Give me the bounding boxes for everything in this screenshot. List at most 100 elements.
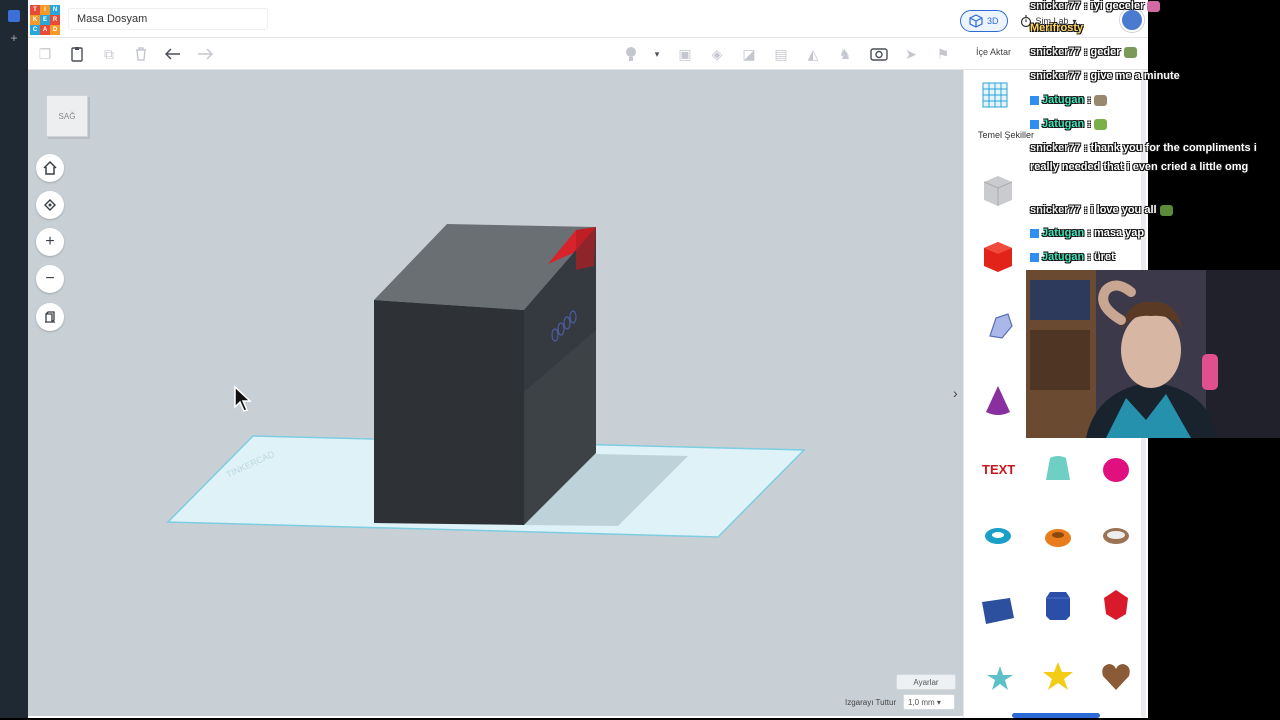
- webcam-feed: [1026, 270, 1280, 438]
- webcam-overlay: [1026, 270, 1280, 438]
- delete-icon[interactable]: [132, 45, 150, 63]
- tinkercad-logo[interactable]: TINKERCAD: [30, 5, 60, 35]
- subscriber-badge-icon: [1030, 252, 1039, 262]
- lightbulb-icon[interactable]: [622, 45, 640, 63]
- add-icon[interactable]: +: [8, 32, 20, 44]
- chat-username: snicker77: [1030, 70, 1081, 82]
- workplane-tool-icon[interactable]: [980, 80, 1010, 110]
- settings-button[interactable]: Ayarlar: [896, 674, 956, 690]
- heart-shape-icon[interactable]: [1098, 658, 1134, 694]
- red-box-shape-icon[interactable]: [980, 238, 1016, 274]
- zoom-in-button[interactable]: +: [36, 228, 64, 256]
- torus-shape-icon[interactable]: [980, 518, 1016, 554]
- logo-letter: I: [40, 5, 50, 15]
- chat-text: really needed that i even cried a little…: [1030, 161, 1249, 173]
- panel-collapse-toggle[interactable]: ›: [953, 385, 958, 401]
- chat-message: Merifrosty: [1030, 22, 1083, 34]
- align-icon[interactable]: ▤: [772, 45, 790, 63]
- import-button[interactable]: İçe Aktar: [976, 47, 1011, 57]
- app-icon[interactable]: [8, 10, 20, 22]
- duplicate-icon[interactable]: ⧉: [100, 45, 118, 63]
- logo-letter: K: [30, 15, 40, 25]
- grid-snap-label: Izgarayı Tuttur: [845, 698, 897, 707]
- icosahedron-shape-icon[interactable]: [1098, 586, 1134, 622]
- text-shape-icon[interactable]: TEXT: [980, 450, 1016, 486]
- top-bar: TINKERCAD Masa Dosyam 3D Sim Lab ▾: [28, 0, 1148, 38]
- roof-shape-icon[interactable]: [1040, 450, 1076, 486]
- view-cube-label: SAĞ: [58, 111, 76, 121]
- box-front-face: [374, 300, 524, 525]
- view-icon[interactable]: [870, 45, 888, 63]
- hole-icon[interactable]: ◪: [740, 45, 758, 63]
- copy-icon[interactable]: ❐: [36, 45, 54, 63]
- chat-message: Jatugan :: [1030, 94, 1107, 106]
- chat-text: :: [1084, 118, 1091, 130]
- export-icon[interactable]: ⚑: [934, 45, 952, 63]
- chat-text: : i love you all: [1080, 204, 1157, 216]
- grid-snap-value: 1,0 mm: [908, 698, 935, 707]
- workplane-viewport[interactable]: TINKERCAD SAĞ + − › Ayarlar Izgarayı Tut…: [28, 70, 963, 716]
- paraboloid-shape-icon[interactable]: [1098, 450, 1134, 486]
- wedge-shape-icon[interactable]: [980, 592, 1016, 628]
- minus-icon: −: [45, 270, 55, 287]
- star-teal-shape-icon[interactable]: [982, 660, 1018, 696]
- mode-3d-label: 3D: [987, 16, 999, 26]
- fit-icon: [44, 199, 56, 211]
- perspective-button[interactable]: [36, 303, 64, 331]
- chat-message: really needed that i even cried a little…: [1030, 161, 1248, 173]
- star-shape-icon[interactable]: [1040, 658, 1076, 694]
- undo-icon[interactable]: [164, 45, 182, 63]
- fit-view-button[interactable]: [36, 191, 64, 219]
- logo-letter: E: [40, 15, 50, 25]
- logo-letter: N: [50, 5, 60, 15]
- design-title[interactable]: Masa Dosyam: [68, 8, 268, 30]
- group-shape-icon[interactable]: ◈: [708, 45, 726, 63]
- logo-letter: A: [40, 25, 50, 35]
- logo-letter: D: [50, 25, 60, 35]
- logo-letter: T: [30, 5, 40, 15]
- subscriber-badge-icon: [1030, 95, 1039, 105]
- chat-username: snicker77: [1030, 46, 1081, 58]
- zoom-out-button[interactable]: −: [36, 265, 64, 293]
- polygon-shape-icon[interactable]: [1040, 586, 1076, 622]
- chat-username: snicker77: [1030, 204, 1081, 216]
- chat-message: snicker77 : geder: [1030, 46, 1137, 58]
- chat-message: snicker77 : give me a minute: [1030, 70, 1180, 82]
- chat-text: :: [1084, 94, 1091, 106]
- bottom-progress-bar: [1012, 713, 1100, 718]
- emote-icon: [1159, 204, 1173, 216]
- view-cube[interactable]: SAĞ: [46, 95, 88, 137]
- chat-message: Jatugan : masa yap: [1030, 227, 1144, 239]
- grid-snap-select[interactable]: 1,0 mm ▾: [903, 694, 955, 710]
- home-view-button[interactable]: [36, 154, 64, 182]
- mirror-icon[interactable]: ◭: [804, 45, 822, 63]
- share-icon[interactable]: ➤: [902, 45, 920, 63]
- scribble-shape-icon[interactable]: [982, 308, 1018, 344]
- cruise-icon[interactable]: ♞: [836, 45, 854, 63]
- box-hole-shape-icon[interactable]: [980, 172, 1016, 208]
- note-icon[interactable]: ▣: [676, 45, 694, 63]
- paste-icon[interactable]: [68, 45, 86, 63]
- chat-message: snicker77 : iyi geceler: [1030, 0, 1161, 12]
- chat-text: : masa yap: [1084, 227, 1145, 239]
- chat-username: snicker77: [1030, 0, 1081, 12]
- redo-icon[interactable]: [196, 45, 214, 63]
- tube-shape-icon[interactable]: [1040, 518, 1076, 554]
- chat-username: snicker77: [1030, 142, 1081, 154]
- chevron-down-icon[interactable]: ▾: [648, 45, 666, 63]
- emote-icon: [1093, 94, 1107, 106]
- emote-icon: [1147, 0, 1161, 12]
- cube-icon: [969, 14, 983, 28]
- mode-3d-button[interactable]: 3D: [960, 10, 1008, 32]
- chat-text: : thank you for the compliments i: [1080, 142, 1257, 154]
- chat-username: Jatugan: [1042, 118, 1085, 130]
- ring-shape-icon[interactable]: [1098, 518, 1134, 554]
- box-red-side: [576, 227, 596, 270]
- chat-username: Merifrosty: [1030, 22, 1084, 34]
- scene: TINKERCAD: [166, 224, 806, 538]
- chat-username: Jatugan: [1042, 227, 1085, 239]
- edit-toolbar: ❐ ⧉ ▾ ▣ ◈ ◪ ▤ ◭ ♞ ➤ ⚑ İçe Aktar: [28, 38, 1148, 70]
- cone-shape-icon[interactable]: [980, 382, 1016, 418]
- chat-message: Jatugan : üret: [1030, 251, 1115, 263]
- subscriber-badge-icon: [1030, 119, 1039, 129]
